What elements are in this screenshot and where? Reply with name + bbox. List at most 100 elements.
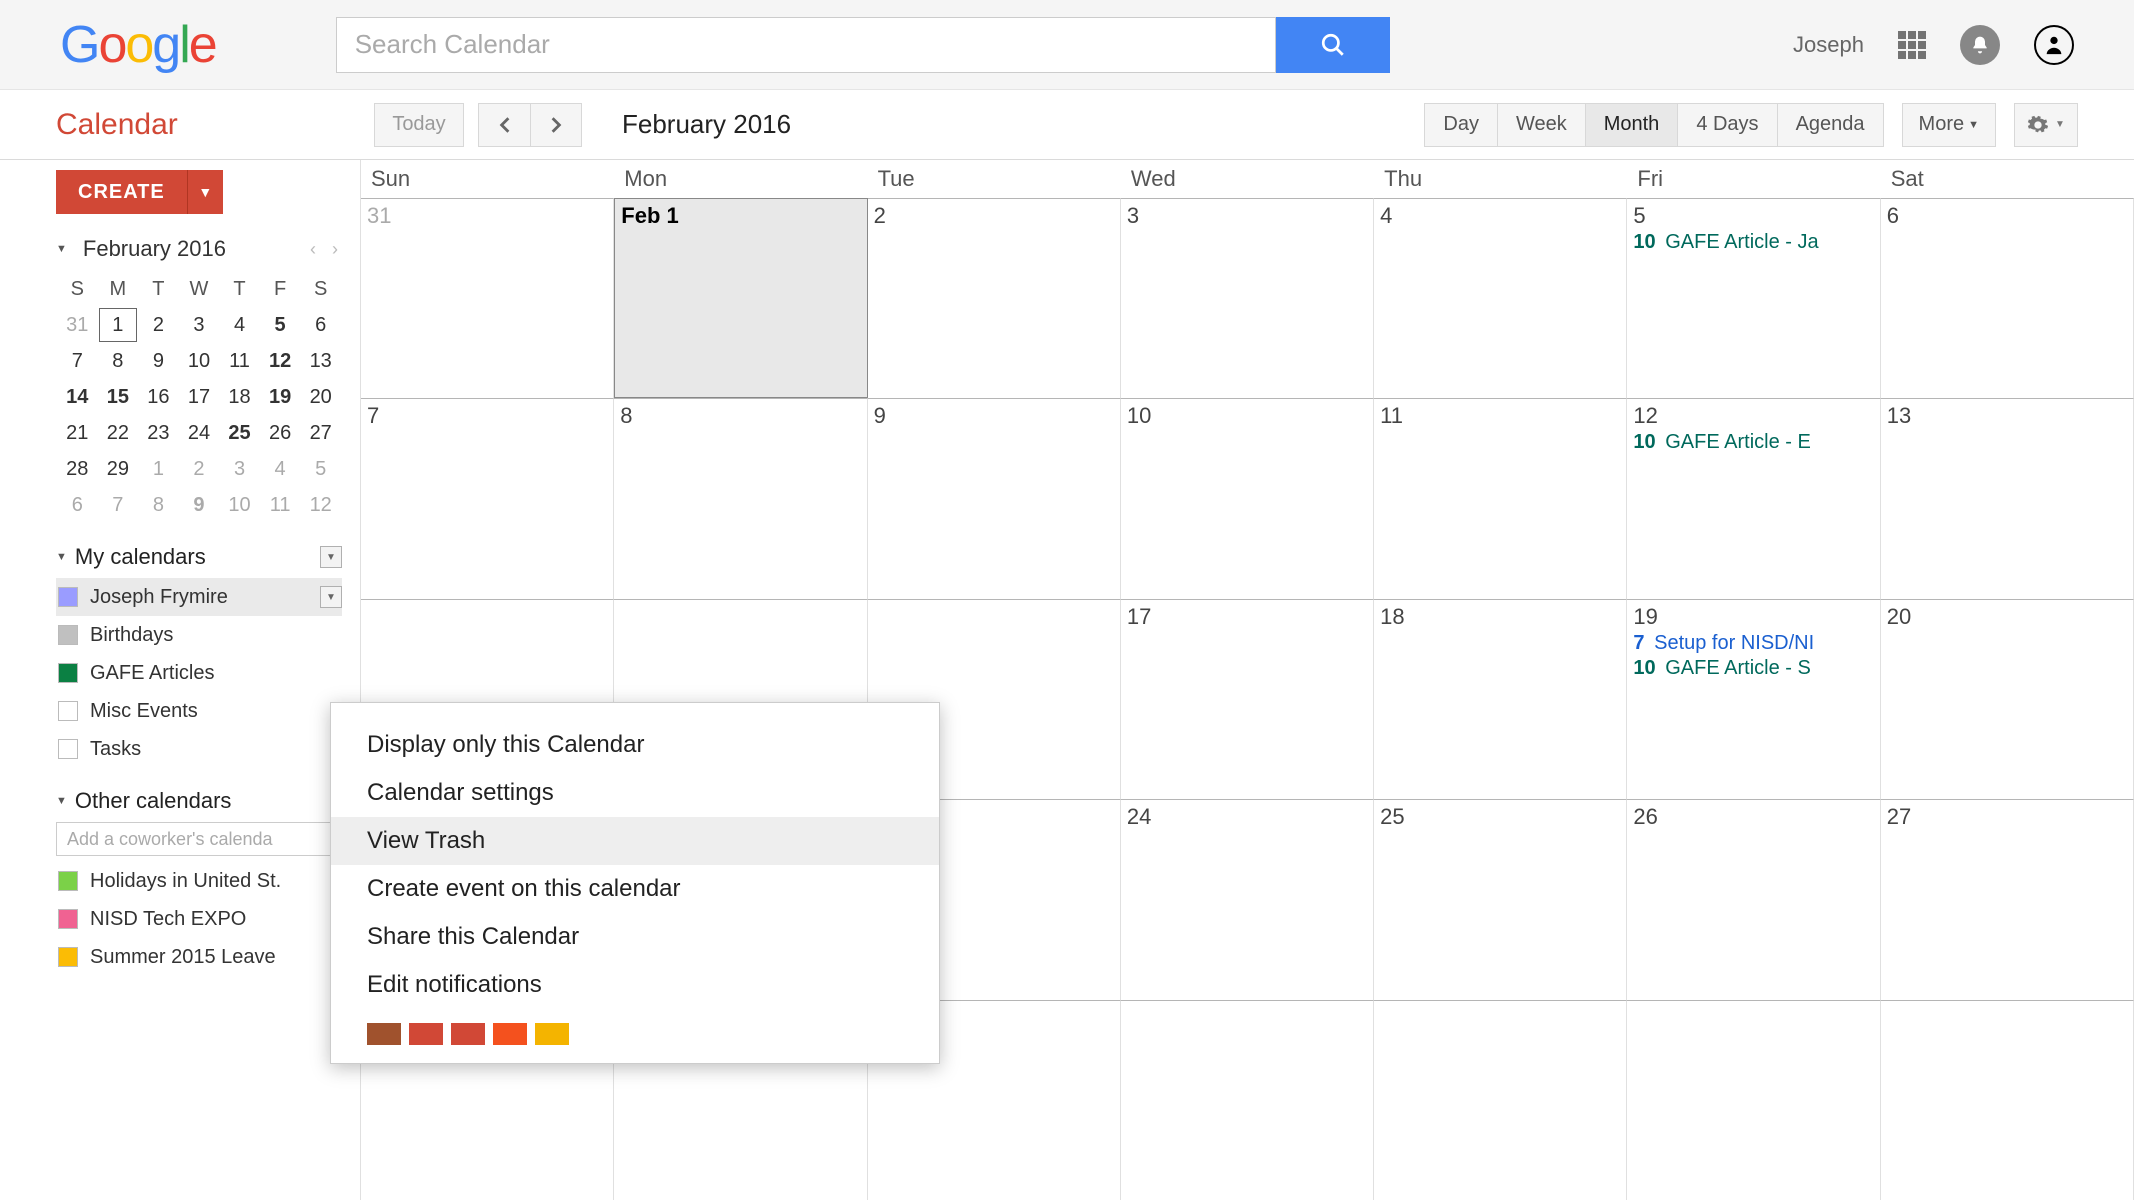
mini-day[interactable]: 6 [301,308,340,342]
add-coworker-input[interactable] [56,822,342,856]
my-calendars-header[interactable]: ▼ My calendars ▼ [56,544,342,570]
calendar-item[interactable]: GAFE Articles [56,654,342,692]
calendar-item[interactable]: Holidays in United St. [56,862,342,900]
day-cell[interactable]: 25 [1374,799,1627,999]
mini-day[interactable]: 17 [180,380,219,414]
mini-day[interactable]: 11 [261,488,300,522]
calendar-item[interactable]: Tasks [56,730,342,768]
mini-day[interactable]: 7 [99,488,138,522]
mini-day[interactable]: 26 [261,416,300,450]
calendar-event[interactable]: 10 GAFE Article - S [1633,657,1873,680]
mini-day[interactable]: 19 [261,380,300,414]
my-calendars-menu-button[interactable]: ▼ [320,546,342,568]
context-menu-item[interactable]: Edit notifications [331,961,939,1009]
day-cell[interactable]: 7 [361,398,614,598]
mini-day[interactable]: 22 [99,416,138,450]
day-cell[interactable]: 17 [1121,599,1374,799]
context-menu-item[interactable]: Create event on this calendar [331,865,939,913]
day-cell[interactable]: 1210 GAFE Article - E [1627,398,1880,598]
calendar-item[interactable]: NISD Tech EXPO [56,900,342,938]
mini-day[interactable]: 24 [180,416,219,450]
day-cell[interactable]: 197 Setup for NISD/NI10 GAFE Article - S [1627,599,1880,799]
day-cell[interactable]: 27 [1881,799,2134,999]
day-cell[interactable] [1121,1000,1374,1200]
day-cell[interactable]: 26 [1627,799,1880,999]
calendar-item[interactable]: Misc Events [56,692,342,730]
mini-day[interactable]: 27 [301,416,340,450]
mini-day[interactable]: 7 [58,344,97,378]
mini-day[interactable]: 14 [58,380,97,414]
app-title[interactable]: Calendar [56,108,374,142]
day-cell[interactable]: 9 [868,398,1121,598]
view-4days[interactable]: 4 Days [1677,103,1776,147]
calendar-menu-button[interactable]: ▼ [320,586,342,608]
view-agenda[interactable]: Agenda [1777,103,1884,147]
color-option[interactable] [535,1023,569,1045]
day-cell[interactable]: 3 [1121,198,1374,398]
google-logo[interactable]: Google [60,15,216,75]
mini-day[interactable]: 13 [301,344,340,378]
mini-prev-button[interactable]: ‹ [306,239,320,260]
context-menu-item[interactable]: Display only this Calendar [331,721,939,769]
next-month-button[interactable] [530,103,582,147]
mini-day[interactable]: 29 [99,452,138,486]
mini-day[interactable]: 15 [99,380,138,414]
view-week[interactable]: Week [1497,103,1585,147]
mini-day[interactable]: 4 [261,452,300,486]
mini-day[interactable]: 16 [139,380,178,414]
mini-day[interactable]: 8 [99,344,138,378]
mini-day[interactable]: 25 [220,416,259,450]
triangle-down-icon[interactable]: ▼ [56,243,67,255]
context-menu-item[interactable]: Share this Calendar [331,913,939,961]
mini-day[interactable]: 2 [139,308,178,342]
avatar[interactable] [2034,25,2074,65]
mini-day[interactable]: 23 [139,416,178,450]
mini-day[interactable]: 1 [99,308,138,342]
mini-day[interactable]: 21 [58,416,97,450]
day-cell[interactable]: 24 [1121,799,1374,999]
day-cell[interactable]: 11 [1374,398,1627,598]
mini-day[interactable]: 10 [220,488,259,522]
day-cell[interactable] [1627,1000,1880,1200]
day-cell[interactable] [1374,1000,1627,1200]
mini-day[interactable]: 31 [58,308,97,342]
settings-button[interactable]: ▼ [2014,103,2078,147]
mini-day[interactable]: 12 [301,488,340,522]
mini-day[interactable]: 5 [261,308,300,342]
mini-day[interactable]: 3 [180,308,219,342]
mini-day[interactable]: 6 [58,488,97,522]
apps-icon[interactable] [1898,31,1926,59]
mini-day[interactable]: 9 [180,488,219,522]
other-calendars-header[interactable]: ▼ Other calendars [56,788,342,814]
prev-month-button[interactable] [478,103,530,147]
more-button[interactable]: More ▼ [1902,103,1996,147]
mini-day[interactable]: 2 [180,452,219,486]
mini-day[interactable]: 1 [139,452,178,486]
day-cell[interactable]: 20 [1881,599,2134,799]
search-button[interactable] [1276,17,1390,73]
day-cell[interactable]: Feb 1 [614,198,867,398]
day-cell[interactable]: 510 GAFE Article - Ja [1627,198,1880,398]
day-cell[interactable]: 8 [614,398,867,598]
day-cell[interactable]: 6 [1881,198,2134,398]
color-option[interactable] [409,1023,443,1045]
mini-day[interactable]: 11 [220,344,259,378]
day-cell[interactable]: 2 [868,198,1121,398]
view-month[interactable]: Month [1585,103,1678,147]
mini-day[interactable]: 10 [180,344,219,378]
mini-day[interactable]: 18 [220,380,259,414]
mini-day[interactable]: 3 [220,452,259,486]
day-cell[interactable]: 10 [1121,398,1374,598]
calendar-event[interactable]: 7 Setup for NISD/NI [1633,632,1873,655]
user-name[interactable]: Joseph [1793,32,1864,58]
mini-day[interactable]: 9 [139,344,178,378]
mini-day[interactable]: 4 [220,308,259,342]
mini-day[interactable]: 8 [139,488,178,522]
mini-day[interactable]: 12 [261,344,300,378]
mini-day[interactable]: 28 [58,452,97,486]
day-cell[interactable] [1881,1000,2134,1200]
today-button[interactable]: Today [374,103,464,147]
mini-calendar[interactable]: SMTWTFS 31123456789101112131415161718192… [56,270,342,524]
calendar-event[interactable]: 10 GAFE Article - E [1633,431,1873,454]
day-cell[interactable]: 31 [361,198,614,398]
